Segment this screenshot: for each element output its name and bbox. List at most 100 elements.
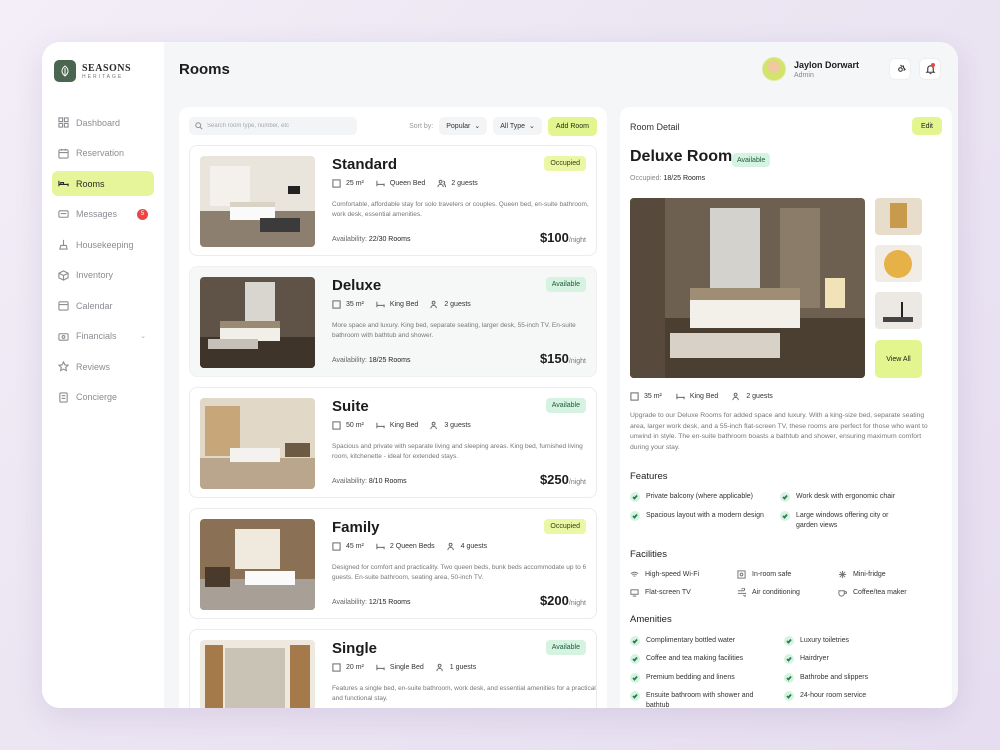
guests-icon — [447, 542, 454, 551]
avatar — [762, 57, 786, 81]
guests-icon — [732, 392, 740, 401]
check-icon — [784, 691, 794, 701]
type-select[interactable]: All Type ⌄ — [493, 117, 542, 135]
price-unit: /night — [568, 600, 586, 607]
status-badge: Available — [545, 277, 586, 292]
room-price: $100/night — [540, 230, 586, 245]
search-box[interactable] — [189, 117, 357, 135]
settings-button[interactable] — [889, 58, 911, 80]
leaf-logo-icon — [54, 60, 76, 82]
check-icon — [630, 673, 640, 683]
sidebar-item-calendar[interactable]: Calendar — [52, 293, 154, 318]
brand-name: SEASONS — [82, 62, 132, 74]
gear-icon — [897, 64, 906, 72]
type-value: All Type — [500, 122, 526, 130]
message-icon — [58, 209, 69, 218]
chevron-down-icon: ⌄ — [529, 123, 535, 130]
guests-icon — [437, 179, 447, 188]
price-unit: /night — [568, 237, 586, 244]
amenity-item: Ensuite bathroom with shower and bathtub — [630, 691, 775, 708]
room-bed: King Bed — [389, 422, 419, 429]
room-area: 25 m² — [346, 180, 364, 187]
sidebar-item-inventory[interactable]: Inventory — [52, 263, 154, 288]
brand-logo[interactable]: SEASONS HERITAGE — [52, 60, 154, 82]
feature-label: Spacious layout with a modern design — [646, 512, 764, 519]
detail-main-photo[interactable] — [630, 198, 865, 378]
room-photo — [200, 640, 315, 708]
detail-thumb[interactable] — [875, 245, 922, 282]
wifi-icon — [630, 571, 639, 577]
sidebar-item-dashboard[interactable]: Dashboard — [52, 110, 154, 135]
check-icon — [784, 654, 794, 664]
amenity-item: Bathrobe and slippers — [784, 673, 924, 683]
sidebar-item-messages[interactable]: Messages 5 — [52, 202, 154, 227]
sidebar-item-financials[interactable]: Financials ⌄ — [52, 324, 154, 349]
room-card-standard[interactable]: Standard Occupied 25 m² Queen Bed 2 gues… — [189, 145, 597, 256]
check-icon — [630, 492, 640, 502]
search-input[interactable] — [207, 123, 347, 129]
room-name: Single — [332, 640, 378, 657]
feature-item: Private balcony (where applicable) — [630, 492, 770, 502]
broom-icon — [59, 239, 68, 250]
check-icon — [630, 511, 640, 521]
sidebar-item-housekeeping[interactable]: Housekeeping — [52, 232, 154, 257]
guests-icon — [430, 300, 438, 309]
facility-label: Coffee/tea maker — [853, 589, 907, 596]
availability-label: Availability: — [332, 599, 367, 606]
view-all-button[interactable]: View All — [875, 340, 922, 378]
status-badge: Available — [545, 640, 586, 655]
detail-description: Upgrade to our Deluxe Rooms for added sp… — [630, 412, 928, 451]
room-bed: King Bed — [389, 301, 419, 308]
add-room-button[interactable]: Add Room — [547, 116, 597, 136]
availability-value: 8/10 Rooms — [368, 478, 407, 485]
list-toolbar: Sort by: Popular ⌄ All Type ⌄ Add Room — [189, 112, 597, 140]
detail-thumb[interactable] — [875, 292, 922, 329]
feature-label: Private balcony (where applicable) — [646, 493, 753, 500]
sidebar-item-label: Rooms — [76, 178, 105, 189]
room-card-family[interactable]: Family Occupied 45 m² 2 Queen Beds 4 gue… — [189, 508, 597, 619]
edit-button[interactable]: Edit — [911, 117, 942, 135]
room-area: 20 m² — [346, 664, 364, 671]
user-profile[interactable]: Jaylon Dorwart Admin — [762, 57, 859, 81]
amenity-label: Luxury toiletries — [800, 637, 850, 644]
chevron-down-icon[interactable]: ⌄ — [140, 332, 146, 340]
amenity-item: Luxury toiletries — [784, 636, 924, 646]
occupancy-label: Occupied: — [630, 175, 662, 182]
check-icon — [780, 511, 790, 521]
facilities-title: Facilities — [630, 549, 667, 560]
detail-specs: 35 m² King Bed 2 guests — [630, 392, 773, 401]
feature-item: Large windows offering city or garden vi… — [780, 511, 910, 531]
room-card-suite[interactable]: Suite Available 50 m² King Bed 3 guests … — [189, 387, 597, 498]
sidebar-item-reviews[interactable]: Reviews — [52, 354, 154, 379]
coffee-icon — [838, 590, 847, 597]
star-icon — [58, 361, 69, 372]
room-name: Suite — [332, 398, 369, 415]
amenity-item: 24-hour room service — [784, 691, 924, 701]
area-icon — [332, 663, 341, 672]
facility-item: Coffee/tea maker — [838, 588, 907, 597]
user-role: Admin — [794, 71, 814, 79]
area-icon — [332, 421, 341, 430]
price-value: $200 — [539, 593, 569, 608]
sidebar-item-reservation[interactable]: Reservation — [52, 141, 154, 166]
tv-icon — [630, 589, 639, 597]
room-card-deluxe[interactable]: Deluxe Available 35 m² King Bed 2 guests… — [189, 266, 597, 377]
detail-heading: Room Detail — [630, 122, 680, 132]
feature-label: Large windows offering city or garden vi… — [796, 512, 889, 529]
rooms-list-panel: Sort by: Popular ⌄ All Type ⌄ Add Room S… — [179, 107, 607, 708]
sort-select[interactable]: Popular ⌄ — [439, 117, 488, 135]
amenity-label: Hairdryer — [800, 655, 829, 662]
detail-thumb[interactable] — [875, 198, 922, 235]
room-photo — [200, 156, 315, 247]
bed-icon — [376, 543, 385, 550]
facility-item: High-speed Wi-Fi — [630, 570, 699, 579]
check-icon — [780, 492, 790, 502]
facility-label: Air conditioning — [752, 589, 800, 596]
amenity-item: Premium bedding and linens — [630, 673, 775, 683]
room-bed: 2 Queen Beds — [389, 543, 435, 550]
sidebar-item-concierge[interactable]: Concierge — [52, 385, 154, 410]
notifications-button[interactable] — [919, 58, 941, 80]
room-card-single[interactable]: Single Available 20 m² Single Bed 1 gues… — [189, 629, 597, 708]
bed-icon — [376, 301, 385, 308]
sidebar-item-rooms[interactable]: Rooms — [52, 171, 154, 196]
